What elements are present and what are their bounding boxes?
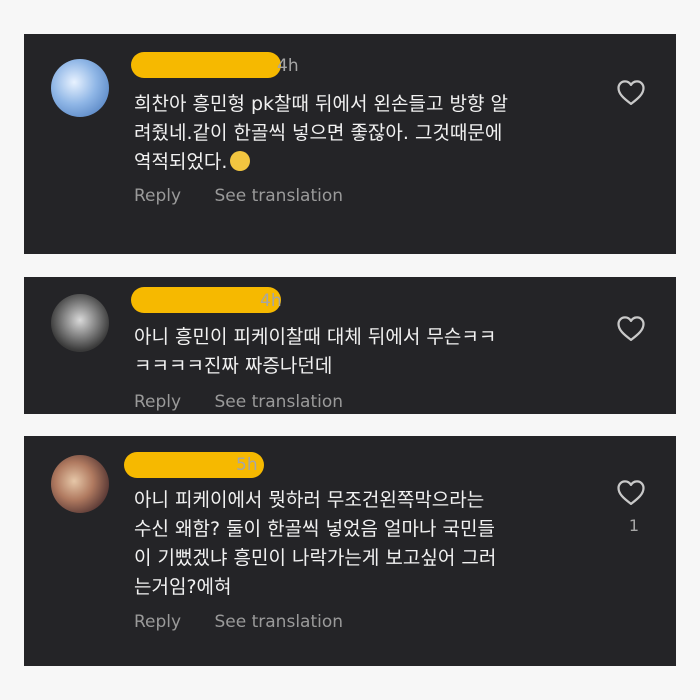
comment-text: 아니 피케이에서 뭣하러 무조건왼쪽막으라는 수신 왜함? 둘이 한골씩 넣었음… [134,486,604,602]
comment-line: 역적되었다. [134,151,228,173]
see-translation-button[interactable]: See translation [215,612,344,632]
see-translation-button[interactable]: See translation [215,392,344,412]
comment-card: 5h 아니 피케이에서 뭣하러 무조건왼쪽막으라는 수신 왜함? 둘이 한골씩 … [24,436,676,666]
like-count: 1 [628,516,639,535]
avatar[interactable] [51,294,109,352]
comment-time: 4h [277,56,299,76]
comment-line: 수신 왜함? 둘이 한골씩 넣었음 얼마나 국민들 [134,518,495,540]
comment-card: 4h 희찬아 흥민형 pk찰때 뒤에서 왼손들고 방향 알 려줬네.같이 한골씩… [24,34,676,254]
comment-line: 희찬아 흥민형 pk찰때 뒤에서 왼손들고 방향 알 [134,93,508,115]
username-redaction [131,52,281,78]
see-translation-button[interactable]: See translation [215,186,344,206]
heart-icon[interactable] [616,478,646,506]
comment-card: 4h 아니 흥민이 피케이찰때 대체 뒤에서 무슨ㅋㅋ ㅋㅋㅋㅋ진짜 짜증나던데… [24,277,676,414]
comment-line: 이 기뻤겠냐 흥민이 나락가는게 보고싶어 그러 [134,547,497,569]
comment-time: 4h [260,291,282,311]
avatar[interactable] [51,59,109,117]
reply-button[interactable]: Reply [134,186,181,206]
reply-button[interactable]: Reply [134,612,181,632]
comment-text: 아니 흥민이 피케이찰때 대체 뒤에서 무슨ㅋㅋ ㅋㅋㅋㅋ진짜 짜증나던데 [134,323,604,381]
heart-icon[interactable] [616,314,646,342]
comment-line: 아니 피케이에서 뭣하러 무조건왼쪽막으라는 [134,489,485,511]
comment-text: 희찬아 흥민형 pk찰때 뒤에서 왼손들고 방향 알 려줬네.같이 한골씩 넣으… [134,90,604,177]
comment-actions: Reply See translation [134,392,343,412]
crying-face-emoji-icon [230,151,251,171]
comment-actions: Reply See translation [134,186,343,206]
comment-line-with-emoji: 역적되었다. [134,148,604,177]
comment-actions: Reply See translation [134,612,343,632]
heart-icon[interactable] [616,78,646,106]
avatar[interactable] [51,455,109,513]
comment-line: 려줬네.같이 한골씩 넣으면 좋잖아. 그것때문에 [134,122,503,144]
comment-line: 아니 흥민이 피케이찰때 대체 뒤에서 무슨ㅋㅋ [134,326,497,348]
comment-line: 는거임?에혀 [134,576,232,598]
comment-time: 5h [236,455,258,475]
reply-button[interactable]: Reply [134,392,181,412]
username-redaction [131,287,281,313]
comment-line: ㅋㅋㅋㅋ진짜 짜증나던데 [134,355,333,377]
